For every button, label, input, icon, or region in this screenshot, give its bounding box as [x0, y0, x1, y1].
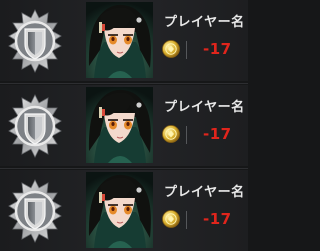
player-score: -17 — [203, 210, 232, 228]
player-score: -17 — [203, 125, 232, 143]
silver-shield-emblem-icon — [7, 178, 63, 244]
divider — [186, 211, 187, 229]
player-row[interactable]: プレイヤー名 -17 — [0, 170, 248, 251]
row-separator — [0, 83, 248, 84]
player-avatar[interactable] — [86, 87, 153, 163]
gold-coin-icon — [162, 210, 180, 228]
divider — [186, 126, 187, 144]
player-row[interactable]: プレイヤー名 -17 — [0, 85, 248, 169]
divider — [186, 41, 187, 59]
player-list: プレイヤー名 -17 プレイヤー名 -17 プレイヤー名 -17 — [0, 0, 248, 251]
gold-coin-icon — [162, 125, 180, 143]
player-score: -17 — [203, 40, 232, 58]
gold-coin-icon — [162, 40, 180, 58]
player-row[interactable]: プレイヤー名 -17 — [0, 0, 248, 84]
player-name: プレイヤー名 — [164, 100, 245, 115]
player-avatar[interactable] — [86, 172, 153, 248]
silver-shield-emblem-icon — [7, 93, 63, 159]
row-separator — [0, 168, 248, 169]
player-avatar[interactable] — [86, 2, 153, 78]
silver-shield-emblem-icon — [7, 8, 63, 74]
player-name: プレイヤー名 — [164, 185, 245, 200]
player-name: プレイヤー名 — [164, 15, 245, 30]
